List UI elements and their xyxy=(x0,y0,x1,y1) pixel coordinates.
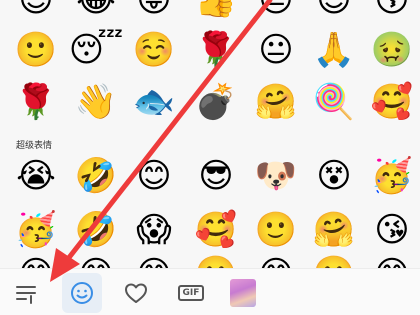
super-emoji-row: 😁 😊 😄 🙂 😄 🙂 😊 xyxy=(0,248,420,268)
emoji-glyph: 😐 xyxy=(258,30,294,70)
emoji-panel: 😊 😂 😜 👍 😐 😍 😚 🙂 😴 ☺️ 🌹 😐 🙏 🤢 🌹 👋 🐟 💣 🤗 🍭… xyxy=(0,0,420,268)
super-emoji-row: 😭 🤣 😊 😎 🐶 😵 🥳 xyxy=(0,150,420,202)
emoji-glyph: 😄 xyxy=(136,257,171,268)
emoji-glyph: 😊 xyxy=(374,257,409,268)
super-emoji-cell[interactable]: 🙂 xyxy=(308,248,360,268)
emoji-glyph: 🥳 xyxy=(14,210,58,250)
emoji-glyph: 🥰 xyxy=(370,82,414,122)
super-emoji-cell[interactable]: 🤣 xyxy=(70,150,122,202)
emoji-glyph: 😊 xyxy=(78,257,113,268)
emoji-cell[interactable]: 😜 xyxy=(128,0,180,26)
super-emoji-cell[interactable]: 😁 xyxy=(10,248,62,268)
emoji-cell[interactable]: 🍭 xyxy=(308,76,360,128)
emoji-row: 🙂 😴 ☺️ 🌹 😐 🙏 🤢 xyxy=(0,24,420,76)
emoji-cell[interactable]: 😐 xyxy=(250,24,302,76)
emoji-glyph: 🍭 xyxy=(312,82,356,122)
emoji-glyph: 🙏 xyxy=(312,30,356,70)
emoji-glyph: 🥳 xyxy=(370,156,414,196)
emoji-cell[interactable]: 🤗 xyxy=(250,76,302,128)
emoji-glyph: 😵 xyxy=(316,156,352,196)
emoji-cell[interactable]: 🐟 xyxy=(128,76,180,128)
heart-icon xyxy=(125,283,147,303)
super-emoji-cell[interactable]: 😵 xyxy=(308,150,360,202)
emoji-cell[interactable]: 👍 xyxy=(190,0,242,26)
emoji-cell[interactable]: 🙏 xyxy=(308,24,360,76)
emoji-cell[interactable]: 🌹 xyxy=(190,24,242,76)
emoji-row: 😊 😂 😜 👍 😐 😍 😚 xyxy=(0,0,420,26)
emoji-glyph: 😊 xyxy=(136,156,172,196)
emoji-glyph: 🌹 xyxy=(14,82,58,122)
sticker-pack-avatar xyxy=(230,279,256,307)
emoji-cell[interactable]: 😴 xyxy=(68,24,124,76)
tab-emoji[interactable] xyxy=(62,273,102,313)
super-emoji-cell[interactable]: 😄 xyxy=(250,248,302,268)
emoji-glyph: 🥰 xyxy=(194,210,238,250)
super-emoji-cell[interactable]: 😭 xyxy=(10,150,62,202)
emoji-glyph: 🐟 xyxy=(132,82,176,122)
emoji-glyph: 🤗 xyxy=(312,210,356,250)
emoji-glyph: 🙂 xyxy=(195,257,237,268)
super-emoji-cell[interactable]: 🙂 xyxy=(190,248,242,268)
emoji-glyph: 😜 xyxy=(136,0,172,20)
emoji-cell[interactable]: 🥰 xyxy=(366,76,418,128)
emoji-cell[interactable]: 🙂 xyxy=(10,24,62,76)
emoji-glyph: 😎 xyxy=(198,156,234,196)
emoji-glyph: 🙂 xyxy=(313,257,355,268)
emoji-glyph: 👋 xyxy=(74,82,118,122)
emoji-glyph: 😘 xyxy=(374,210,410,250)
manage-emoji-button[interactable] xyxy=(6,273,46,313)
super-emoji-cell[interactable]: 🐶 xyxy=(250,150,302,202)
list-add-icon xyxy=(16,286,36,304)
super-emoji-cell[interactable]: 😊 xyxy=(70,248,122,268)
emoji-cell[interactable]: 😊 xyxy=(10,0,62,26)
emoji-glyph: 😁 xyxy=(18,257,53,268)
emoji-glyph: ☺️ xyxy=(132,30,176,70)
smiley-icon xyxy=(71,282,93,304)
emoji-cell[interactable]: 😂 xyxy=(70,0,122,26)
tab-gif[interactable]: GIF xyxy=(171,273,211,313)
emoji-cell[interactable]: 😐 xyxy=(250,0,302,26)
emoji-cell[interactable]: 🤢 xyxy=(366,24,418,76)
super-emoji-cell[interactable]: 😄 xyxy=(128,248,180,268)
emoji-glyph: 🐶 xyxy=(254,156,298,196)
emoji-cell[interactable]: 😍 xyxy=(308,0,360,26)
emoji-glyph: 🤣 xyxy=(74,156,118,196)
emoji-glyph: 👍 xyxy=(194,0,238,20)
tab-custom-sticker[interactable] xyxy=(223,273,263,313)
emoji-cell[interactable]: 👋 xyxy=(70,76,122,128)
emoji-glyph: 😊 xyxy=(18,0,54,20)
emoji-glyph: 🤢 xyxy=(370,30,414,70)
emoji-glyph: 😭 xyxy=(16,156,56,196)
emoji-cell[interactable]: 🌹 xyxy=(10,76,62,128)
emoji-glyph: 🤗 xyxy=(254,82,298,122)
emoji-glyph: 😂 xyxy=(76,0,116,20)
emoji-glyph: 😍 xyxy=(316,0,352,20)
emoji-toolbar: GIF xyxy=(0,268,420,315)
super-emoji-cell[interactable]: 😎 xyxy=(190,150,242,202)
super-emoji-cell[interactable]: 😊 xyxy=(366,248,418,268)
emoji-cell[interactable]: 😚 xyxy=(366,0,418,26)
gif-icon: GIF xyxy=(177,285,205,301)
super-emoji-cell[interactable]: 🥳 xyxy=(366,150,418,202)
emoji-glyph: 🙂 xyxy=(254,210,298,250)
emoji-cell[interactable]: ☺️ xyxy=(128,24,180,76)
emoji-cell[interactable]: 💣 xyxy=(190,76,242,128)
emoji-glyph: 🙂 xyxy=(14,30,58,70)
emoji-glyph: 😄 xyxy=(258,257,293,268)
emoji-glyph: 💣 xyxy=(194,82,238,122)
emoji-glyph: 🤣 xyxy=(74,210,118,250)
emoji-glyph: 😚 xyxy=(374,0,410,20)
emoji-glyph: 😱 xyxy=(136,210,172,250)
emoji-glyph: 😴 xyxy=(68,30,124,70)
tab-favorites[interactable] xyxy=(116,273,156,313)
emoji-glyph: 😐 xyxy=(258,0,294,20)
emoji-row: 🌹 👋 🐟 💣 🤗 🍭 🥰 xyxy=(0,76,420,128)
super-emoji-cell[interactable]: 😊 xyxy=(128,150,180,202)
emoji-glyph: 🌹 xyxy=(194,30,238,70)
